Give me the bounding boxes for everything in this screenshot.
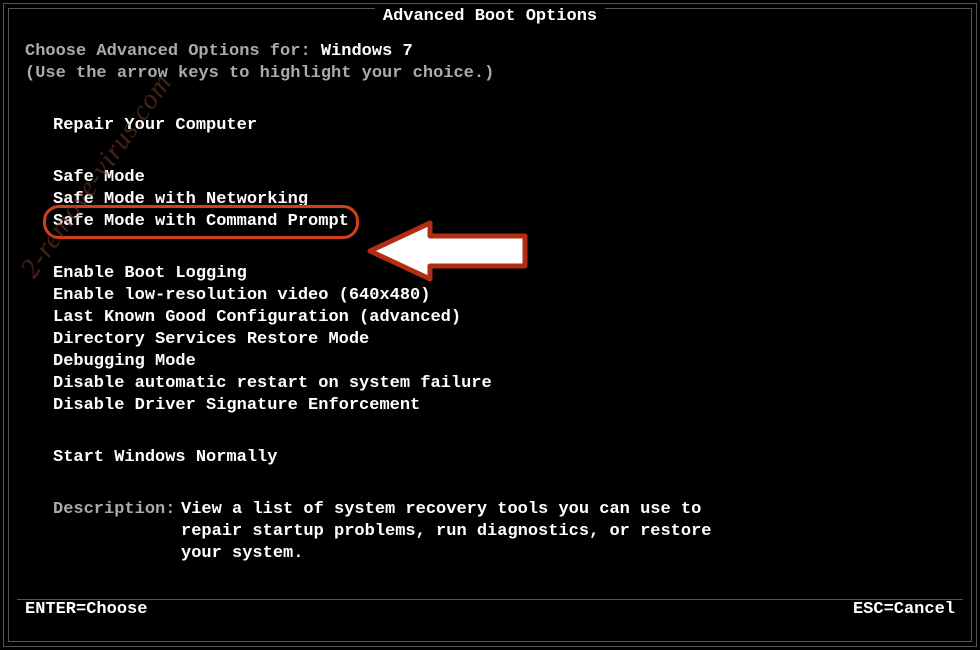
window-inner-border: Advanced Boot Options Choose Advanced Op… <box>8 8 972 642</box>
footer-esc: ESC=Cancel <box>853 600 955 619</box>
menu-item-safe-mode-networking[interactable]: Safe Mode with Networking <box>25 189 741 211</box>
menu-item-lkgc[interactable]: Last Known Good Configuration (advanced) <box>25 307 741 329</box>
os-name: Windows 7 <box>321 42 413 61</box>
menu-item-repair[interactable]: Repair Your Computer <box>25 115 741 137</box>
menu-item-debug[interactable]: Debugging Mode <box>25 351 741 373</box>
menu-item-dsrm[interactable]: Directory Services Restore Mode <box>25 329 741 351</box>
description-label: Description: <box>53 499 181 565</box>
footer-bar: ENTER=Choose ESC=Cancel <box>17 599 963 619</box>
window-title: Advanced Boot Options <box>375 8 605 25</box>
description-block: Description: View a list of system recov… <box>25 499 741 565</box>
menu-item-safe-mode-cmd-row[interactable]: Safe Mode with Command Prompt <box>25 211 741 233</box>
description-text: View a list of system recovery tools you… <box>181 499 741 565</box>
menu-item-safe-mode-cmd[interactable]: Safe Mode with Command Prompt <box>53 211 349 233</box>
hint-line: (Use the arrow keys to highlight your ch… <box>25 63 741 85</box>
menu-item-no-auto-restart[interactable]: Disable automatic restart on system fail… <box>25 373 741 395</box>
menu-item-low-res[interactable]: Enable low-resolution video (640x480) <box>25 285 741 307</box>
menu-item-no-drv-sig[interactable]: Disable Driver Signature Enforcement <box>25 395 741 417</box>
os-line: Choose Advanced Options for: Windows 7 <box>25 41 741 63</box>
menu-item-start-normally[interactable]: Start Windows Normally <box>25 447 741 469</box>
os-line-prefix: Choose Advanced Options for: <box>25 42 321 61</box>
menu-item-boot-logging[interactable]: Enable Boot Logging <box>25 263 741 285</box>
footer-enter: ENTER=Choose <box>25 600 147 619</box>
content-area: Choose Advanced Options for: Windows 7 (… <box>25 41 741 565</box>
window-outer-border: Advanced Boot Options Choose Advanced Op… <box>3 3 977 647</box>
menu-item-safe-mode[interactable]: Safe Mode <box>25 167 741 189</box>
menu-item-safe-mode-cmd-label: Safe Mode with Command Prompt <box>53 212 349 231</box>
